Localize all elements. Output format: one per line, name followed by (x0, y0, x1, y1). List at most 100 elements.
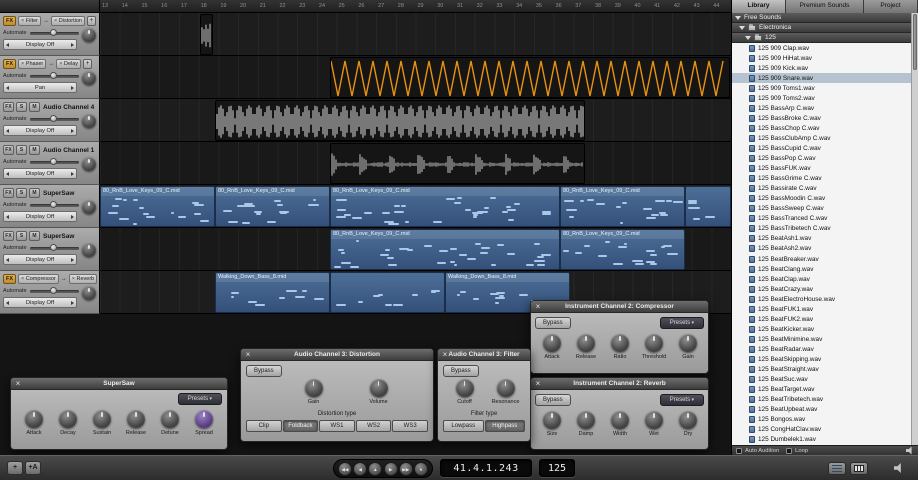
library-file[interactable]: 125 BassArp C.wav (732, 103, 911, 113)
library-file[interactable]: 125 BassChop C.wav (732, 123, 911, 133)
track-knob[interactable] (82, 71, 96, 85)
knob-dial[interactable] (304, 379, 323, 397)
expand-arrow-icon[interactable] (745, 35, 751, 40)
close-icon[interactable] (14, 379, 22, 389)
library-tab-premium-sounds[interactable]: Premium Sounds (786, 0, 864, 13)
display-dropdown[interactable]: Pan (3, 82, 77, 93)
track-knob[interactable] (82, 200, 96, 214)
track-knob[interactable] (82, 157, 96, 171)
fx-badge[interactable]: FX (3, 59, 17, 69)
transport-forward-button[interactable]: ▶▶ (398, 461, 413, 476)
type-button-ws3[interactable]: WS3 (392, 420, 428, 432)
knob-sustain[interactable]: Sustain (85, 410, 119, 436)
knob-release[interactable]: Release (569, 334, 603, 360)
library-tab-library[interactable]: Library (732, 0, 787, 13)
auto-audition-checkbox[interactable] (736, 447, 742, 454)
library-file[interactable]: 125 BeatTribetech.wav (732, 395, 911, 405)
library-file[interactable]: 125 BeatClap.wav (732, 274, 911, 284)
library-file[interactable]: 125 BeatMinimine.wav (732, 334, 911, 344)
knob-dial[interactable] (127, 410, 145, 428)
automation-slider[interactable] (29, 72, 79, 79)
bypass-button[interactable]: Bypass (535, 317, 571, 329)
clip-midi[interactable]: 80_RnB_Love_Keys_09_C.mid (560, 229, 685, 270)
close-icon[interactable] (534, 302, 542, 312)
expand-arrow-icon[interactable] (739, 25, 745, 30)
type-button-highpass[interactable]: Highpass (484, 420, 525, 432)
window-titlebar[interactable]: Audio Channel 3: Distortion (241, 349, 433, 361)
library-file[interactable]: 125 BeatKicker.wav (732, 324, 911, 334)
knob-ratio[interactable]: Ratio (603, 334, 637, 360)
library-file[interactable]: 125 BassFUK.wav (732, 164, 911, 174)
library-file[interactable]: 125 BeatFUK2.wav (732, 314, 911, 324)
library-file[interactable]: 125 Bongos.wav (732, 415, 911, 425)
automation-slider[interactable] (29, 115, 79, 122)
track-knob[interactable] (82, 286, 96, 300)
knob-threshold[interactable]: Threshold (637, 334, 671, 360)
track-fx-button[interactable]: FX (3, 145, 14, 155)
clip-midi[interactable] (685, 186, 731, 227)
transport-skip-start-button[interactable]: ◀◀ (338, 461, 352, 476)
fx-chip[interactable]: Distortion (51, 16, 85, 26)
display-dropdown[interactable]: Display Off (3, 297, 77, 308)
fx-chip[interactable]: Compressor (18, 274, 59, 284)
library-file[interactable]: 125 909 Snare.wav (732, 73, 911, 84)
knob-gain[interactable]: Gain (671, 334, 705, 360)
track-lane[interactable] (100, 99, 731, 142)
track-s-button[interactable]: S (16, 102, 27, 112)
library-tab-project[interactable]: Project (863, 0, 918, 13)
window-titlebar[interactable]: SuperSaw (11, 378, 227, 390)
library-file[interactable]: 125 BeatRadar.wav (732, 344, 911, 354)
track-s-button[interactable]: S (16, 188, 27, 198)
type-button-foldback[interactable]: Foldback (282, 420, 319, 432)
display-dropdown[interactable]: Display Off (3, 125, 77, 136)
library-file[interactable]: 125 BeatAsh2.wav (732, 244, 911, 254)
loop-checkbox[interactable] (786, 447, 793, 454)
slider-thumb[interactable] (50, 158, 58, 165)
track-knob[interactable] (82, 243, 96, 257)
add-effect-button[interactable]: + (83, 59, 93, 69)
track-m-button[interactable]: M (29, 231, 40, 241)
knob-cutoff[interactable]: Cutoff (444, 379, 485, 405)
library-file[interactable]: 125 BeatBreaker.wav (732, 254, 911, 264)
display-dropdown[interactable]: Display Off (3, 39, 77, 50)
track-fx-button[interactable]: FX (3, 102, 14, 112)
track-fx-button[interactable]: FX (3, 231, 14, 241)
knob-volume[interactable]: Volume (346, 379, 411, 405)
knob-width[interactable]: Width (603, 411, 637, 437)
library-file[interactable]: 125 CongHatClav.wav (732, 425, 911, 435)
knob-dial[interactable] (645, 411, 663, 429)
presets-dropdown[interactable]: Presets (659, 394, 704, 406)
slider-thumb[interactable] (50, 287, 58, 294)
presets-dropdown[interactable]: Presets (177, 393, 222, 405)
library-file[interactable]: 125 BassPop C.wav (732, 154, 911, 164)
library-file[interactable]: 125 BassMoodin C.wav (732, 194, 911, 204)
knob-dial[interactable] (577, 411, 595, 429)
type-button-ws1[interactable]: WS1 (319, 420, 355, 432)
transport-stop-button[interactable]: ▲ (368, 461, 383, 476)
automation-slider[interactable] (29, 287, 79, 294)
knob-dial[interactable] (543, 411, 561, 429)
library-file[interactable]: 125 BeatStraight.wav (732, 365, 911, 375)
transport-rewind-button[interactable]: ◀ (353, 461, 368, 476)
add-automation-button[interactable]: +A (25, 461, 41, 475)
display-dropdown[interactable]: Display Off (3, 254, 77, 265)
clip-midi[interactable]: 80_RnB_Love_Keys_09_C.mid (330, 229, 560, 270)
audition-volume-icon[interactable] (906, 446, 912, 455)
track-knob[interactable] (82, 114, 96, 128)
fx-chip[interactable]: Filter (18, 16, 42, 26)
bypass-button[interactable]: Bypass (246, 365, 282, 377)
knob-spread[interactable]: Spread (187, 410, 221, 436)
knob-dial[interactable] (543, 334, 561, 352)
track-lane[interactable]: 80_RnB_Love_Keys_09_C.mid 80_RnB_Love_Key… (100, 228, 731, 271)
transport-record-button[interactable]: ● (413, 461, 428, 476)
library-file[interactable]: 125 BeatCrazy.wav (732, 284, 911, 294)
knob-dial[interactable] (611, 334, 629, 352)
automation-slider[interactable] (29, 29, 79, 36)
add-effect-button[interactable]: + (87, 16, 96, 26)
track-lane[interactable] (100, 142, 731, 185)
clip-midibass[interactable] (330, 272, 445, 313)
type-button-clip[interactable]: Clip (246, 420, 282, 432)
library-file[interactable]: 125 Bassirate C.wav (732, 184, 911, 194)
knob-dial[interactable] (679, 334, 697, 352)
clip-sine[interactable] (330, 57, 730, 98)
